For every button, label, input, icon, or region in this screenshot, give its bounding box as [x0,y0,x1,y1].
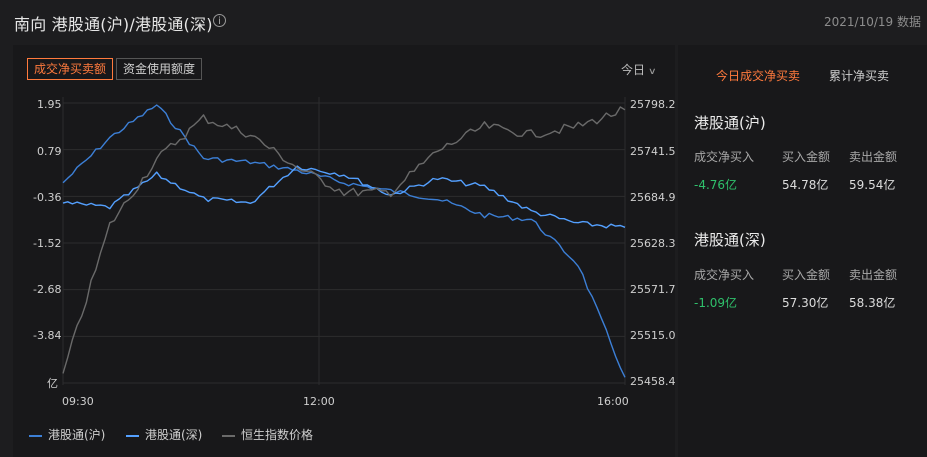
label-net-buy: 成交净买入 [694,150,755,164]
value-buy-amount-sz: 57.30亿 [782,296,829,310]
y-left-tick: 0.79 [37,145,62,158]
value-net-buy-sz: -1.09亿 [694,296,738,310]
chart-lines [62,104,626,378]
value-buy-amount-sh: 54.78亿 [782,178,829,192]
y-right-tick: 25798.2 [630,98,676,111]
legend-swatch [222,434,235,437]
label-buy-amount: 买入金额 [782,268,831,282]
label-sell-amount: 卖出金额 [849,268,898,282]
summary-panel: 今日成交净买卖 累计净买卖 港股通(沪) 成交净买入 买入金额 卖出金额 -4.… [678,45,927,457]
top-bar: 南向 港股通(沪)/港股通(深) i 2021/10/19 数据 [0,0,927,42]
series-line-right-恒生指数价格 [62,106,626,374]
y-right-tick: 25515.0 [630,329,676,342]
y-left-tick: -1.52 [33,237,62,250]
tab-net-buy-sell[interactable]: 成交净买卖额 [27,58,114,80]
label-sell-amount: 卖出金额 [849,150,898,164]
y-left-tick: -2.68 [33,283,62,296]
value-sell-amount-sz: 58.38亿 [849,296,896,310]
label-buy-amount: 买入金额 [782,150,831,164]
series-line-left-港股通(沪) [62,104,626,378]
y-left-tick: -0.36 [33,191,62,204]
legend-swatch [126,434,139,437]
legend-label: 恒生指数价格 [241,428,314,442]
section-title-sh: 港股通(沪) [694,114,766,132]
chevron-down-icon: ∨ [648,67,657,77]
y-right-tick: 25741.5 [630,145,676,158]
x-tick: 16:00 [597,395,629,408]
y-left-tick: 1.95 [37,98,62,111]
y-left-tick: -3.84 [33,329,62,342]
y-right-tick: 25458.4 [630,375,676,388]
line-chart[interactable] [13,45,675,457]
legend-label: 港股通(深) [145,428,203,442]
period-dropdown[interactable]: 今日 ∨ [621,61,657,78]
data-date: 2021/10/19 数据 [824,15,921,29]
y-right-tick: 25571.7 [630,283,676,296]
series-line-left-港股通(深) [62,165,626,229]
info-icon[interactable]: i [213,14,226,27]
x-tick: 09:30 [62,395,94,408]
period-label: 今日 [621,63,646,77]
legend-item-hsi[interactable]: 恒生指数价格 [222,426,313,443]
legend-item-sh[interactable]: 港股通(沪) [29,426,105,443]
legend-item-sz[interactable]: 港股通(深) [126,426,202,443]
y-left-unit: 亿 [47,377,58,390]
legend-swatch [29,434,42,437]
y-right-tick: 25684.9 [630,191,676,204]
tab-cumulative-net[interactable]: 累计净买卖 [829,67,889,84]
chart-panel: 成交净买卖额 资金使用额度 今日 ∨ 1.95 0.79 -0.36 -1.52 … [13,45,676,457]
section-title-sz: 港股通(深) [694,231,766,249]
x-tick: 12:00 [303,395,335,408]
tab-today-net[interactable]: 今日成交净买卖 [716,67,800,84]
page-title: 南向 港股通(沪)/港股通(深) [14,15,213,34]
legend-label: 港股通(沪) [48,428,106,442]
y-right-tick: 25628.3 [630,237,676,250]
label-net-buy: 成交净买入 [694,268,755,282]
value-net-buy-sh: -4.76亿 [694,178,738,192]
value-sell-amount-sh: 59.54亿 [849,178,896,192]
chart-grid [62,97,626,385]
tab-quota-usage[interactable]: 资金使用额度 [116,58,203,80]
